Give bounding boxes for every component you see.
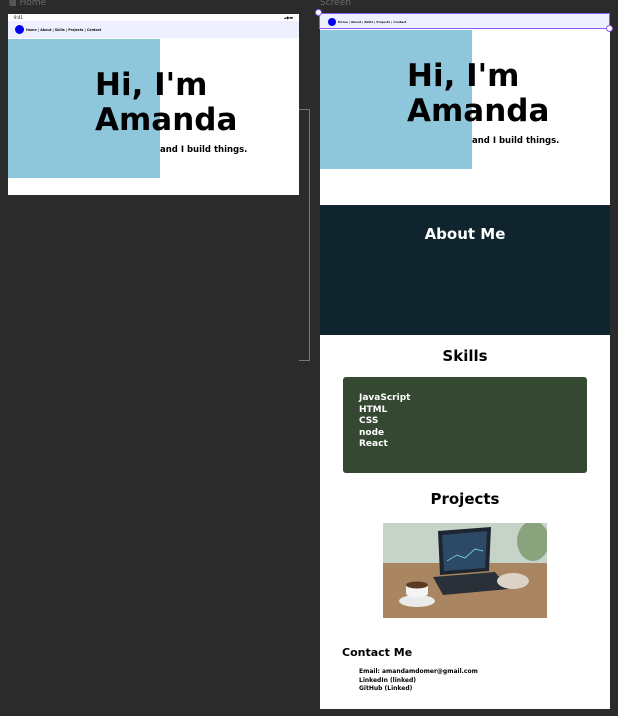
hero-title: Hi, I'm Amanda <box>407 58 550 129</box>
hero-subtitle: and I build things. <box>160 145 248 155</box>
logo-icon[interactable] <box>15 25 24 34</box>
prototype-connector <box>299 109 310 361</box>
status-icons: ▴◆▬ <box>284 15 293 20</box>
selection-handle[interactable] <box>315 9 322 16</box>
screen-frame-label[interactable]: Screen <box>320 0 351 8</box>
status-bar: 9:41 ▴◆▬ <box>8 14 299 21</box>
contact-linkedin[interactable]: LinkedIn (linked) <box>359 677 478 686</box>
skills-title: Skills <box>442 347 488 365</box>
projects-title: Projects <box>430 490 500 508</box>
contact-github[interactable]: GitHub (Linked) <box>359 685 478 694</box>
contact-list: Email: amandamdomer@gmail.com LinkedIn (… <box>359 668 478 694</box>
home-frame-label[interactable]: ▦ Home <box>9 0 46 8</box>
laptop-coffee-photo <box>383 523 547 618</box>
skill-item: node <box>359 427 385 438</box>
skills-card: JavaScript HTML CSS node React <box>343 377 587 473</box>
about-title: About Me <box>424 225 506 243</box>
skills-list: JavaScript HTML CSS node React <box>359 393 410 451</box>
screen-frame[interactable]: Home | About | Skills | Projects | Conta… <box>320 14 610 709</box>
nav-links[interactable]: Home | About | Skills | Projects | Conta… <box>26 28 101 32</box>
skill-item: CSS <box>359 416 379 427</box>
frame-icon: ▦ <box>9 0 17 7</box>
hero-title: Hi, I'm Amanda <box>95 67 238 138</box>
contact-email[interactable]: Email: amandamdomer@gmail.com <box>359 668 478 677</box>
about-section: About Me <box>320 205 610 335</box>
selection-handle[interactable] <box>606 25 613 32</box>
skill-item: HTML <box>359 404 388 415</box>
skill-item: React <box>359 439 388 450</box>
hero-subtitle: and I build things. <box>472 136 560 146</box>
skill-item: JavaScript <box>359 393 411 403</box>
selection-outline <box>319 13 610 29</box>
status-time: 9:41 <box>14 15 23 20</box>
nav-bar: Home | About | Skills | Projects | Conta… <box>8 21 299 38</box>
home-frame[interactable]: 9:41 ▴◆▬ Home | About | Skills | Project… <box>8 14 299 195</box>
contact-title: Contact Me <box>342 646 413 659</box>
project-image[interactable] <box>383 523 547 618</box>
